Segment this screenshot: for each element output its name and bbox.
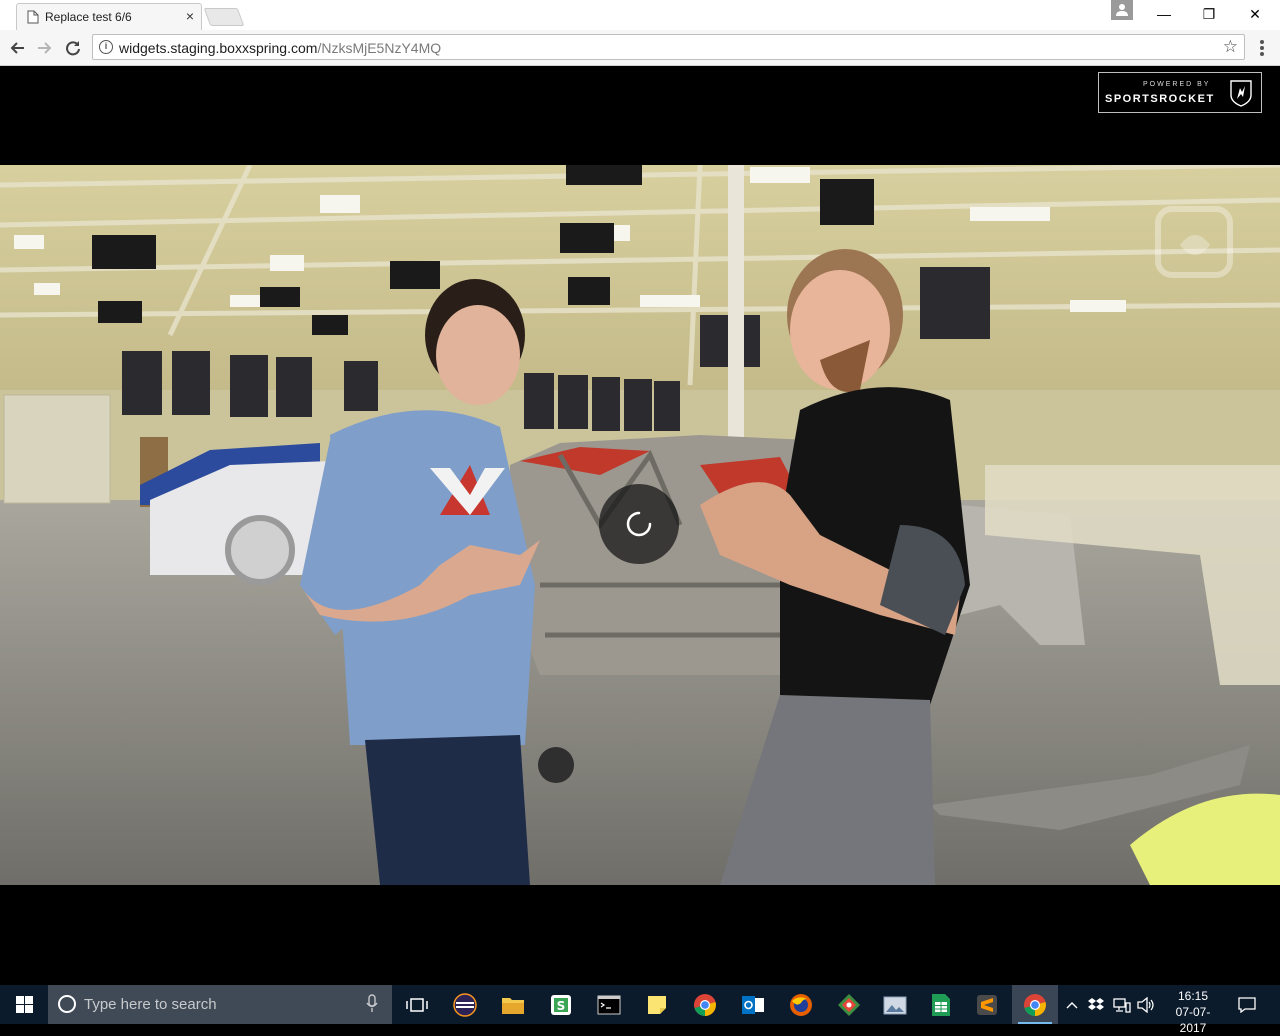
task-view-icon <box>406 997 428 1012</box>
info-icon[interactable]: i <box>99 40 113 54</box>
loading-spinner[interactable] <box>599 484 679 564</box>
page-content: POWERED BY SPORTSROCKET <box>0 67 1280 985</box>
tray-volume[interactable] <box>1134 985 1158 1024</box>
start-button[interactable] <box>0 985 48 1024</box>
loading-spinner-icon <box>626 511 652 537</box>
tab-close-icon[interactable]: × <box>186 8 194 24</box>
bookmark-star-icon[interactable]: ☆ <box>1223 37 1238 57</box>
taskbar-app-cmd[interactable] <box>586 985 632 1024</box>
url-domain: widgets.staging.boxxspring.com <box>119 40 318 56</box>
windows-logo-icon <box>15 996 33 1013</box>
taskbar-app-chrome-active[interactable] <box>1012 985 1058 1024</box>
reload-button[interactable] <box>62 37 84 59</box>
taskbar-app-eclipse[interactable] <box>442 985 488 1024</box>
terminal-icon <box>597 995 621 1014</box>
taskbar-app-slack[interactable]: S <box>538 985 584 1024</box>
git-icon <box>838 993 860 1016</box>
taskbar-app-file-explorer[interactable] <box>490 985 536 1024</box>
shield-icon <box>1230 80 1252 107</box>
person-icon <box>1116 4 1128 16</box>
network-icon <box>1113 997 1131 1013</box>
address-bar[interactable]: i widgets.staging.boxxspring.com/NzksMjE… <box>92 34 1245 60</box>
cortana-icon <box>58 995 76 1013</box>
minimize-button[interactable]: — <box>1141 0 1187 28</box>
url-path: /NzksMjE5NzY4MQ <box>317 40 442 56</box>
browser-toolbar: i widgets.staging.boxxspring.com/NzksMjE… <box>0 30 1280 66</box>
taskbar-app-image-viewer[interactable] <box>872 985 918 1024</box>
tab-title: Replace test 6/6 <box>45 10 132 24</box>
dropbox-icon <box>1088 997 1104 1010</box>
taskbar-app-firefox[interactable] <box>778 985 824 1024</box>
maximize-button[interactable]: ❐ <box>1186 0 1232 28</box>
tray-network[interactable] <box>1110 985 1134 1024</box>
video-player[interactable] <box>0 165 1280 885</box>
chrome-icon <box>694 993 716 1016</box>
back-button[interactable] <box>6 37 28 59</box>
clock-time: 16:15 <box>1177 989 1209 1003</box>
tray-dropbox[interactable] <box>1084 985 1108 1024</box>
chevron-up-icon <box>1066 1001 1078 1008</box>
taskbar-app-sheets[interactable] <box>918 985 964 1024</box>
new-tab-button[interactable] <box>203 8 245 26</box>
menu-dot <box>1260 40 1264 44</box>
clock-date: 07-07-2017 <box>1175 1005 1211 1035</box>
taskbar-app-sticky-notes[interactable] <box>634 985 680 1024</box>
sticky-note-icon <box>648 995 666 1014</box>
search-placeholder: Type here to search <box>84 996 217 1013</box>
volume-icon <box>1137 996 1154 1013</box>
browser-tab[interactable]: Replace test 6/6 × <box>16 3 202 30</box>
logo-brand-name: SPORTSROCKET <box>1105 93 1215 105</box>
action-center-button[interactable] <box>1230 985 1264 1024</box>
taskbar-app-chrome[interactable] <box>682 985 728 1024</box>
logo-powered-by: POWERED BY <box>1143 81 1211 88</box>
show-hidden-icons-button[interactable] <box>1062 985 1082 1024</box>
svg-text:S: S <box>557 999 566 1013</box>
sublime-text-icon <box>977 994 997 1015</box>
reload-icon <box>66 41 80 56</box>
outlook-icon <box>742 995 764 1014</box>
taskbar-app-sublime-text[interactable] <box>964 985 1010 1024</box>
folder-icon <box>502 997 524 1014</box>
spreadsheet-icon <box>932 993 950 1016</box>
sportsrocket-logo[interactable]: POWERED BY SPORTSROCKET <box>1098 72 1262 113</box>
browser-title-bar: Replace test 6/6 × — ❐ ✕ <box>0 0 1280 30</box>
menu-dot <box>1260 46 1264 50</box>
image-viewer-icon <box>883 996 907 1014</box>
slack-icon: S <box>551 994 571 1015</box>
document-icon <box>27 10 39 24</box>
menu-dot <box>1260 52 1264 56</box>
taskbar-clock[interactable]: 16:15 07-07-2017 <box>1163 988 1223 1036</box>
close-window-button[interactable]: ✕ <box>1232 0 1278 28</box>
taskbar-app-outlook[interactable] <box>730 985 776 1024</box>
chrome-icon <box>1024 993 1046 1016</box>
browser-menu-button[interactable] <box>1255 38 1269 58</box>
forward-button[interactable] <box>34 37 56 59</box>
video-watermark-icon <box>1155 206 1233 278</box>
notification-icon <box>1238 996 1256 1013</box>
url-text: widgets.staging.boxxspring.com/NzksMjE5N… <box>119 40 441 56</box>
windows-taskbar: Type here to search S 16:15 07-07-2017 <box>0 985 1280 1035</box>
microphone-icon[interactable] <box>366 994 378 1014</box>
taskbar-app-git[interactable] <box>826 985 872 1024</box>
firefox-icon <box>790 993 812 1016</box>
arrow-right-icon <box>38 42 52 54</box>
eclipse-icon <box>453 992 477 1017</box>
task-view-button[interactable] <box>394 985 440 1024</box>
taskbar-search-box[interactable]: Type here to search <box>48 985 392 1024</box>
profile-button[interactable] <box>1111 0 1133 20</box>
arrow-left-icon <box>10 42 24 54</box>
